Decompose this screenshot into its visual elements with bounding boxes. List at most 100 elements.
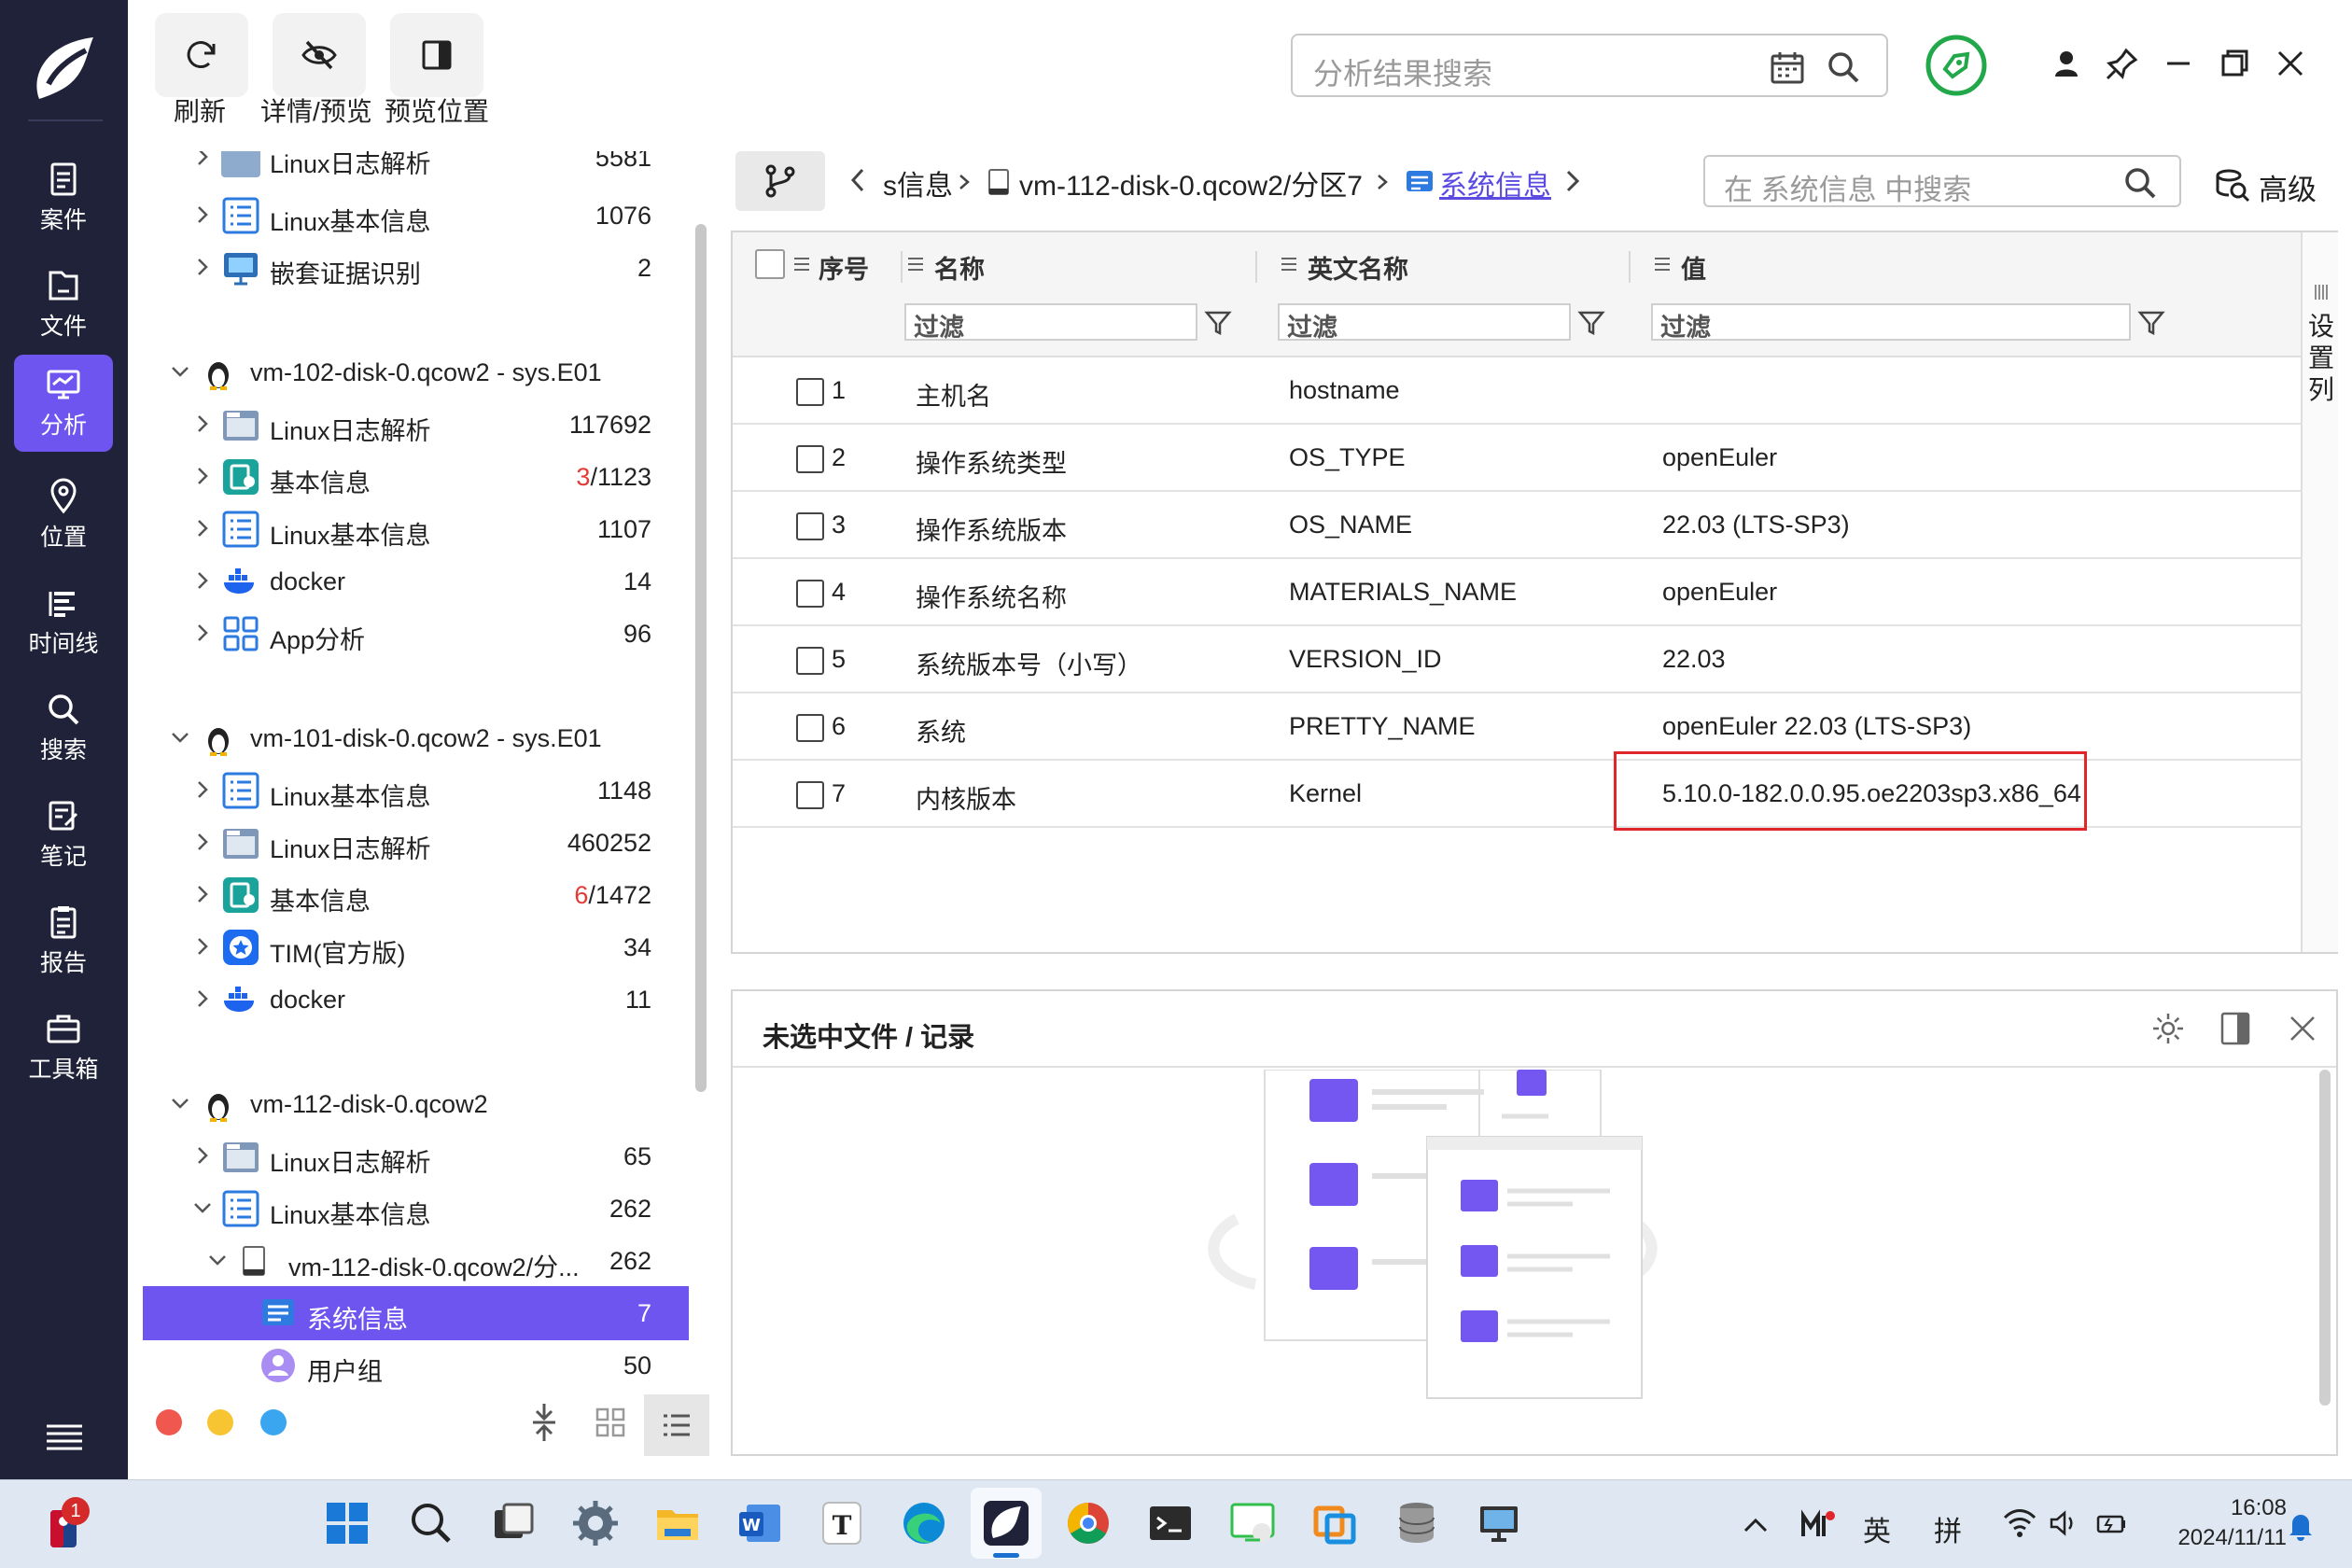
column-menu-icon[interactable] [1653, 255, 1672, 273]
table-row[interactable]: 2 操作系统类型 OS_TYPE openEuler [733, 425, 2301, 492]
row-checkbox[interactable] [796, 781, 824, 809]
list-view-button[interactable] [644, 1394, 709, 1456]
restore-icon[interactable] [2216, 45, 2253, 82]
column-settings-tab[interactable]: 设置列 [2301, 232, 2338, 952]
filter-input-name[interactable]: 过滤 [904, 303, 1197, 342]
tree-row[interactable]: TIM(官方版) 34 [143, 922, 689, 974]
tree-row[interactable]: Linux日志解析 65 [143, 1131, 689, 1183]
chevron-down-icon[interactable] [206, 1249, 229, 1271]
branch-button[interactable] [735, 151, 825, 211]
chevron-down-icon[interactable] [169, 360, 191, 383]
database-icon[interactable] [1391, 1497, 1443, 1549]
tree-row[interactable]: vm-101-disk-0.qcow2 - sys.E01 [143, 713, 689, 765]
chevron-up-icon[interactable] [1742, 1514, 1770, 1536]
breadcrumb-current[interactable]: 系统信息 [1439, 162, 1551, 203]
red-color-tag[interactable] [156, 1409, 182, 1435]
file-explorer-icon[interactable] [651, 1497, 704, 1549]
tree-row[interactable]: Linux基本信息 262 [143, 1183, 689, 1236]
tree-row[interactable]: Linux基本信息 1076 [143, 190, 689, 243]
filter-icon[interactable] [1203, 307, 1233, 337]
nav-item-note[interactable]: 笔记 [14, 786, 113, 883]
gear-icon[interactable] [2149, 1010, 2187, 1047]
blue-color-tag[interactable] [260, 1409, 287, 1435]
grid-view-icon[interactable] [584, 1396, 637, 1449]
remote-app-icon[interactable] [1309, 1497, 1361, 1549]
shield-status-icon[interactable] [1925, 34, 1988, 97]
taskbar-clock[interactable]: 16:08 2024/11/11 [2177, 1493, 2287, 1553]
tree-row[interactable]: docker 11 [143, 974, 689, 1027]
panel-right-icon[interactable] [2217, 1010, 2254, 1047]
nav-item-case[interactable]: 案件 [14, 149, 113, 246]
row-checkbox[interactable] [796, 647, 824, 675]
chevron-down-icon[interactable] [169, 726, 191, 749]
word-icon[interactable]: W [734, 1497, 786, 1549]
filter-icon[interactable] [1576, 307, 1606, 337]
close-icon[interactable] [2284, 1010, 2321, 1047]
edge-browser-icon[interactable] [898, 1497, 950, 1549]
nav-item-toolbox[interactable]: 工具箱 [14, 999, 113, 1096]
wifi-icon[interactable] [2003, 1508, 2037, 1538]
pin-icon[interactable] [2104, 45, 2141, 82]
breadcrumb-item[interactable]: s信息 [883, 162, 953, 203]
chrome-icon[interactable] [1062, 1497, 1114, 1549]
tree-row[interactable]: Linux日志解析 117692 [143, 399, 689, 452]
nav-item-location[interactable]: 位置 [14, 467, 113, 564]
chevron-right-icon[interactable] [191, 622, 214, 644]
record-search-input[interactable]: 在 系统信息 中搜索 [1703, 155, 2181, 207]
column-separator[interactable] [1255, 251, 1257, 283]
column-separator[interactable] [901, 251, 903, 283]
table-row[interactable]: 4 操作系统名称 MATERIALS_NAME openEuler [733, 559, 2301, 626]
notification-app-icon[interactable]: 1 [47, 1497, 90, 1549]
settings-gear-icon[interactable] [569, 1497, 622, 1549]
tree-row[interactable]: vm-102-disk-0.qcow2 - sys.E01 [143, 347, 689, 399]
hamburger-menu-icon[interactable] [41, 1419, 88, 1456]
col-header-no[interactable]: 序号 [819, 249, 869, 286]
yellow-color-tag[interactable] [207, 1409, 233, 1435]
tree-row[interactable]: vm-112-disk-0.qcow2/分... 262 [143, 1236, 689, 1288]
tree-row[interactable]: 基本信息 3/1123 [143, 452, 689, 504]
row-checkbox[interactable] [796, 512, 824, 540]
chevron-right-icon[interactable] [191, 778, 214, 801]
col-header-name[interactable]: 名称 [934, 249, 985, 286]
close-icon[interactable] [2272, 45, 2309, 82]
active-app-tile[interactable] [971, 1488, 1042, 1559]
tree-scrollbar[interactable] [695, 224, 707, 1092]
row-checkbox[interactable] [796, 378, 824, 406]
tree-row[interactable]: 基本信息 6/1472 [143, 870, 689, 922]
tree-row[interactable]: App分析 96 [143, 609, 689, 661]
task-view-icon[interactable] [487, 1497, 539, 1549]
row-checkbox[interactable] [796, 580, 824, 608]
filter-input-english[interactable]: 过滤 [1278, 303, 1571, 342]
refresh-button[interactable] [155, 13, 248, 97]
row-checkbox[interactable] [796, 714, 824, 742]
result-search-input[interactable]: 分析结果搜索 [1291, 34, 1888, 97]
chevron-right-icon[interactable] [191, 517, 214, 539]
input-method-icon[interactable] [1799, 1506, 1837, 1544]
column-menu-icon[interactable] [1280, 255, 1298, 273]
wechat-icon[interactable] [1226, 1497, 1279, 1549]
nav-item-timeline[interactable]: 时间线 [14, 573, 113, 670]
column-menu-icon[interactable] [906, 255, 925, 273]
breadcrumb-item[interactable]: vm-112-disk-0.qcow2/分区7 [1019, 162, 1363, 203]
select-all-checkbox[interactable] [755, 249, 785, 279]
nav-item-file[interactable]: 文件 [14, 256, 113, 353]
tree-row[interactable]: Linux基本信息 1107 [143, 504, 689, 556]
chevron-right-icon[interactable] [191, 831, 214, 853]
chevron-right-icon[interactable] [191, 465, 214, 487]
chevron-down-icon[interactable] [191, 1197, 214, 1219]
remote-desktop-icon[interactable] [1473, 1497, 1525, 1549]
user-icon[interactable] [2048, 45, 2085, 82]
advanced-search-button[interactable]: 高级 [2210, 159, 2331, 211]
nav-item-report[interactable]: 报告 [14, 892, 113, 989]
nav-item-analysis[interactable]: 分析 [14, 355, 113, 452]
chevron-down-icon[interactable] [169, 1092, 191, 1114]
chevron-right-icon[interactable] [1562, 168, 1583, 194]
tree-row[interactable]: 用户组 50 [143, 1340, 689, 1393]
row-checkbox[interactable] [796, 445, 824, 473]
column-separator[interactable] [1629, 251, 1631, 283]
col-header-english[interactable]: 英文名称 [1308, 249, 1408, 286]
table-row[interactable]: 3 操作系统版本 OS_NAME 22.03 (LTS-SP3) [733, 492, 2301, 559]
nav-item-search[interactable]: 搜索 [14, 679, 113, 777]
notification-bell-icon[interactable] [2287, 1510, 2315, 1542]
tree-row-selected[interactable]: 系统信息 7 [143, 1286, 689, 1340]
